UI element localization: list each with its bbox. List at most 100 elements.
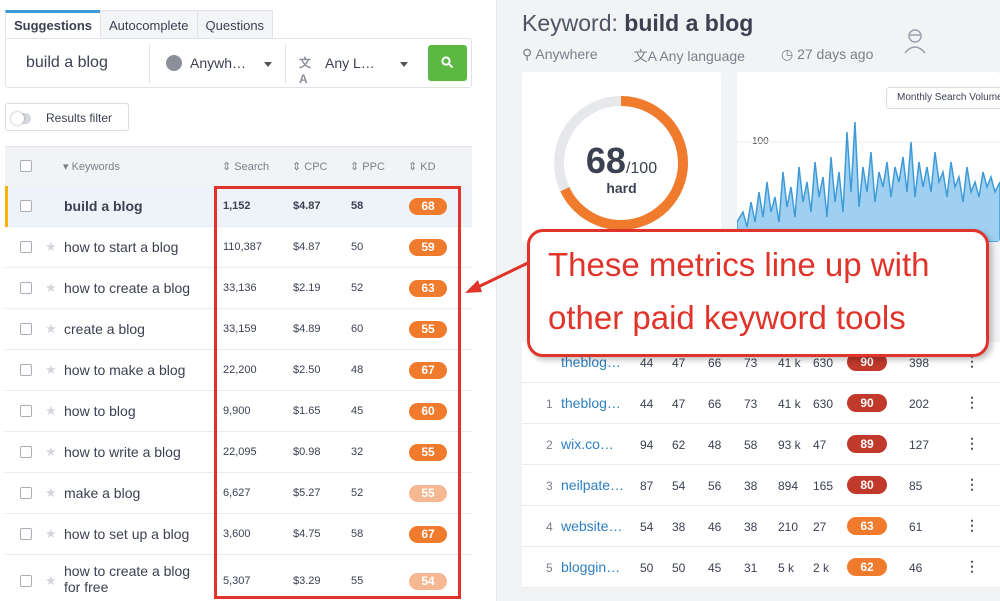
left-panel: Suggestions Autocomplete Questions build… [0,0,497,601]
location-value: Anywh… [190,55,247,71]
table-header: ▾ Keywords ⇕ Search ⇕ CPC ⇕ PPC ⇕ KD [5,146,472,186]
domain-link[interactable]: website… [561,518,622,534]
tab-bar: Suggestions Autocomplete Questions [5,10,274,39]
search-volume-chart: Monthly Search Volume 100 [737,72,1000,242]
toggle-switch[interactable] [11,112,31,125]
callout-text-line1: These metrics line up with [548,246,930,283]
serp-row[interactable]: 1 theblog… 44 47 66 73 41 k 630 90 202 ⋮ [522,383,1000,424]
score-badge: 80 [847,476,887,494]
search-button[interactable] [428,45,467,81]
keyword-cell: build a blog [64,198,143,214]
chevron-down-icon [264,62,272,67]
row-checkbox[interactable] [20,446,32,458]
serp-row[interactable]: 3 neilpate… 87 54 56 38 894 165 80 85 ⋮ [522,465,1000,506]
row-checkbox[interactable] [20,282,32,294]
chevron-down-icon [400,62,408,67]
search-icon [441,56,454,69]
star-icon[interactable]: ★ [45,239,57,255]
row-checkbox[interactable] [20,364,32,376]
callout-text-line2: other paid keyword tools [548,299,906,336]
domain-link[interactable]: neilpate… [561,477,624,493]
row-checkbox[interactable] [20,575,32,587]
callout-box: These metrics line up with other paid ke… [527,229,989,357]
star-icon[interactable]: ★ [45,526,57,542]
col-ppc[interactable]: ⇕ PPC [350,160,385,173]
tab-suggestions[interactable]: Suggestions [5,10,102,39]
row-checkbox[interactable] [20,323,32,335]
col-keywords[interactable]: ▾ Keywords [63,160,120,173]
keyword-cell: how to make a blog [64,362,186,378]
col-search[interactable]: ⇕ Search [222,160,269,173]
more-icon[interactable]: ⋮ [965,517,979,534]
serp-row[interactable]: 4 website… 54 38 46 38 210 27 63 61 ⋮ [522,506,1000,547]
y-tick: 100 [752,136,769,147]
location-select[interactable]: Anywh… [166,55,246,71]
domain-link[interactable]: bloggin… [561,559,620,575]
monthly-search-volume-button[interactable]: Monthly Search Volume [886,87,1000,109]
star-icon[interactable]: ★ [45,280,57,296]
language-value: Any L… [325,55,375,71]
location-meta: ⚲ Anywhere [522,46,598,62]
keyword-cell: create a blog [64,321,145,337]
serp-row[interactable]: 2 wix.co… 94 62 48 58 93 k 47 89 127 ⋮ [522,424,1000,465]
difficulty-label: hard [606,180,637,196]
keyword-cell: how to create a blog [64,280,191,296]
col-cpc[interactable]: ⇕ CPC [292,160,328,173]
tab-questions[interactable]: Questions [196,10,274,39]
rank-cell: 3 [546,479,553,493]
score-badge: 89 [847,435,887,453]
keyword-input[interactable]: build a blog [26,54,108,72]
page-title: Keyword: build a blog [522,10,754,36]
keyword-cell: how to create a blog for free [64,563,191,595]
keyword-meta: ⚲ Anywhere 文A Any language ◷ 27 days ago [522,46,909,66]
row-checkbox[interactable] [20,241,32,253]
serp-table: theblog… 44 47 66 73 41 k 630 90 398 ⋮ 1… [522,342,1000,588]
serp-row[interactable]: 5 bloggin… 50 50 45 31 5 k 2 k 62 46 ⋮ [522,547,1000,588]
domain-link[interactable]: wix.co… [561,436,614,452]
star-icon[interactable]: ★ [45,485,57,501]
keyword-cell: make a blog [64,485,141,501]
star-icon[interactable]: ★ [45,444,57,460]
rank-cell: 4 [546,520,553,534]
keyword-cell: how to write a blog [64,444,181,460]
star-icon[interactable]: ★ [45,321,57,337]
score-badge: 62 [847,558,887,576]
score-badge: 63 [847,517,887,535]
select-all-checkbox[interactable] [20,160,32,172]
search-bar: build a blog Anywh… 文A Any L… [5,38,472,88]
more-icon[interactable]: ⋮ [965,435,979,452]
callout-arrow [465,258,535,293]
row-checkbox[interactable] [20,487,32,499]
user-icon[interactable] [900,25,930,55]
translate-icon: 文A [299,56,312,86]
row-checkbox[interactable] [20,528,32,540]
more-icon[interactable]: ⋮ [965,394,979,411]
tab-autocomplete[interactable]: Autocomplete [100,10,198,39]
keyword-cell: how to start a blog [64,239,179,255]
keyword-cell: how to blog [64,403,136,419]
language-select[interactable]: 文A Any L… [299,55,375,86]
difficulty-card: 68/100 hard [522,72,721,242]
star-icon[interactable]: ★ [45,403,57,419]
results-filter-toggle[interactable]: Results filter [5,103,129,131]
keyword-cell: how to set up a blog [64,526,190,542]
results-filter-label: Results filter [46,111,113,125]
highlight-box [214,186,461,599]
rank-cell: 5 [546,561,553,575]
score-badge: 90 [847,394,887,412]
rank-cell: 2 [546,438,553,452]
divider [149,45,150,83]
divider [285,45,286,83]
star-icon[interactable]: ★ [45,362,57,378]
more-icon[interactable]: ⋮ [965,476,979,493]
rank-cell: 1 [546,397,553,411]
star-icon[interactable]: ★ [45,573,57,589]
more-icon[interactable]: ⋮ [965,558,979,575]
globe-icon [166,55,182,71]
row-checkbox[interactable] [20,405,32,417]
col-kd[interactable]: ⇕ KD [408,160,436,173]
row-checkbox[interactable] [20,200,32,212]
domain-link[interactable]: theblog… [561,395,621,411]
updated-meta: ◷ 27 days ago [780,46,874,62]
difficulty-score: 68/100 [585,140,658,181]
